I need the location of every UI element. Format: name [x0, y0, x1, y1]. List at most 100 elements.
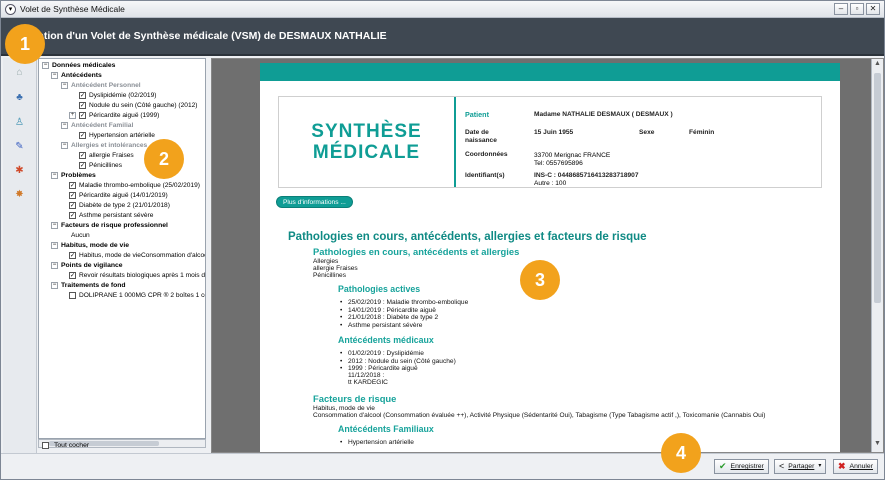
window-controls: – ▫ ✕ — [834, 3, 880, 15]
scroll-down-icon[interactable]: ▼ — [874, 440, 881, 447]
step-badge-4: 4 — [661, 433, 701, 473]
tree-item[interactable]: ✓ Revoir résultats biologiques après 1 mo… — [69, 271, 205, 280]
gear-star-icon[interactable]: ✸ — [13, 188, 26, 201]
scrollbar-thumb[interactable] — [874, 73, 881, 303]
checkbox-checked[interactable]: ✓ — [69, 272, 76, 279]
checkbox-checked[interactable]: ✓ — [79, 152, 86, 159]
save-button[interactable]: ✔ Enregistrer — [714, 459, 769, 474]
collapse-icon[interactable]: − — [51, 222, 58, 229]
tree-item-label: Hypertension artérielle — [89, 132, 155, 139]
checkbox-unchecked[interactable] — [69, 292, 76, 299]
tree-item[interactable]: ✓ Pénicillines — [79, 161, 122, 170]
restore-button[interactable]: ▫ — [850, 3, 864, 15]
sexe-label: Sexe — [639, 129, 655, 136]
tree-facteurs[interactable]: − Facteurs de risque professionnel — [51, 221, 168, 230]
tree-habitus[interactable]: − Habitus, mode de vie — [51, 241, 129, 250]
tree-antecedents-label: Antécédents — [61, 72, 102, 79]
tree-item-label: Péricardite aiguë (14/01/2019) — [79, 192, 168, 199]
checkbox-checked[interactable]: ✓ — [69, 182, 76, 189]
tree-ant-familial[interactable]: − Antécédent Familial — [61, 121, 133, 130]
collapse-icon[interactable]: − — [51, 262, 58, 269]
section-title-main: Pathologies en cours, antécédents, aller… — [288, 231, 647, 243]
identifiants-label: Identifiant(s) — [465, 172, 505, 179]
list-item: 21/01/2018 : Diabète de type 2 — [340, 314, 438, 322]
checkbox-checked[interactable]: ✓ — [69, 212, 76, 219]
tree-antecedents[interactable]: − Antécédents — [51, 71, 102, 80]
checkbox-checked[interactable]: ✓ — [79, 162, 86, 169]
tree-ant-personnel[interactable]: − Antécédent Personnel — [61, 81, 141, 90]
checkbox-checked[interactable]: ✓ — [79, 132, 86, 139]
collapse-icon[interactable]: − — [51, 282, 58, 289]
collapse-icon[interactable]: − — [61, 122, 68, 129]
document-title-line1: SYNTHÈSE — [311, 121, 422, 142]
tree-item-label: DOLIPRANE 1 000MG CPR ® 2 boîtes 1 comp — [79, 292, 206, 299]
document-viewer: SYNTHÈSE MÉDICALE Patient Madame NATHALIE… — [211, 58, 884, 453]
tree-item[interactable]: DOLIPRANE 1 000MG CPR ® 2 boîtes 1 comp — [69, 291, 206, 300]
tree-item[interactable]: ✓ Habitus, mode de vieConsommation d'alco… — [69, 251, 205, 260]
tree-item-label: Habitus, mode de vieConsommation d'alcoo… — [79, 252, 205, 259]
more-info-button[interactable]: Plus d'informations ... — [276, 196, 353, 208]
checkbox-checked[interactable]: ✓ — [69, 252, 76, 259]
tree-item[interactable]: ✓ Hypertension artérielle — [79, 131, 155, 140]
autre-value: Autre : 100 — [534, 180, 567, 187]
list-item: 01/02/2019 : Dyslipidémie — [340, 350, 424, 358]
pen-icon[interactable]: ✎ — [13, 140, 26, 153]
star-icon[interactable]: ✱ — [13, 164, 26, 177]
tree-item[interactable]: ✓ Diabète de type 2 (21/01/2018) — [69, 201, 170, 210]
save-button-label: Enregistrer — [730, 463, 764, 470]
tree-item[interactable]: ✓ allergie Fraises — [79, 151, 134, 160]
tree-vigilance-label: Points de vigilance — [61, 262, 123, 269]
tree-item[interactable]: ✓ Asthme persistant sévère — [69, 211, 153, 220]
family-icon[interactable]: ♣ — [13, 91, 26, 104]
collapse-icon[interactable]: − — [51, 172, 58, 179]
collapse-icon[interactable]: − — [51, 72, 58, 79]
tree-traitements-label: Traitements de fond — [61, 282, 126, 289]
tel-value: Tel: 0557695896 — [534, 160, 583, 167]
tree-item-label: Aucun — [71, 232, 90, 239]
tree-item-label: allergie Fraises — [89, 152, 134, 159]
tree-item[interactable]: ✓ Dyslipidémie (02/2019) — [79, 91, 156, 100]
list-item: 25/02/2019 : Maladie thrombo-embolique — [340, 299, 468, 307]
tree-item[interactable]: ✓ Péricardite aiguë (14/01/2019) — [69, 191, 168, 200]
scroll-up-icon[interactable]: ▲ — [874, 60, 881, 67]
chevron-down-icon: ▾ — [818, 463, 822, 469]
window-menu-icon[interactable]: ▾ — [5, 3, 16, 15]
person-icon[interactable]: ♙ — [13, 116, 26, 129]
collapse-icon[interactable]: − — [61, 142, 68, 149]
document-page: SYNTHÈSE MÉDICALE Patient Madame NATHALIE… — [260, 63, 840, 452]
tree-item[interactable]: ✓ Maladie thrombo-embolique (25/02/2019) — [69, 181, 200, 190]
share-button[interactable]: < Partager ▾ — [774, 459, 827, 474]
tree-item: Aucun — [71, 231, 90, 240]
tree-vigilance[interactable]: − Points de vigilance — [51, 261, 123, 270]
tree-traitements[interactable]: − Traitements de fond — [51, 281, 126, 290]
tree-item-label: Maladie thrombo-embolique (25/02/2019) — [79, 182, 200, 189]
check-all-checkbox[interactable] — [42, 442, 49, 449]
cancel-button[interactable]: ✖ Annuler — [833, 459, 878, 474]
checkbox-checked[interactable]: ✓ — [79, 112, 86, 119]
checkbox-checked[interactable]: ✓ — [69, 202, 76, 209]
collapse-icon[interactable]: − — [61, 82, 68, 89]
facteurs-line: Consommation d'alcool (Consommation éval… — [313, 412, 766, 419]
tree-problemes[interactable]: − Problèmes — [51, 171, 96, 180]
window-titlebar: ▾ Volet de Synthèse Médicale – ▫ ✕ — [1, 1, 884, 18]
tree-item[interactable]: + ✓ Péricardite aiguë (1999) — [69, 111, 159, 120]
allergies-line: Pénicillines — [313, 272, 346, 279]
viewer-vertical-scrollbar[interactable]: ▲ ▼ — [871, 59, 883, 452]
tree-ant-familial-label: Antécédent Familial — [71, 122, 134, 129]
minimize-button[interactable]: – — [834, 3, 848, 15]
page-title: ation d'un Volet de Synthèse médicale (V… — [38, 30, 387, 42]
home-icon[interactable]: ⌂ — [13, 66, 26, 79]
close-button[interactable]: ✕ — [866, 3, 880, 15]
checkbox-checked[interactable]: ✓ — [69, 192, 76, 199]
tree-allergies[interactable]: − Allergies et intolérances — [61, 141, 147, 150]
tree-item[interactable]: ✓ Nodule du sein (Côté gauche) (2012) — [79, 101, 198, 110]
tree-root[interactable]: − Données médicales — [42, 61, 115, 70]
collapse-icon[interactable]: − — [42, 62, 49, 69]
tree-item-label: Pénicillines — [89, 162, 122, 169]
checkbox-checked[interactable]: ✓ — [79, 102, 86, 109]
antecedents-familiaux-title: Antécédents Familiaux — [338, 424, 434, 434]
check-all-option[interactable]: Tout cocher — [42, 442, 89, 449]
checkbox-checked[interactable]: ✓ — [79, 92, 86, 99]
expand-icon[interactable]: + — [69, 112, 76, 119]
collapse-icon[interactable]: − — [51, 242, 58, 249]
